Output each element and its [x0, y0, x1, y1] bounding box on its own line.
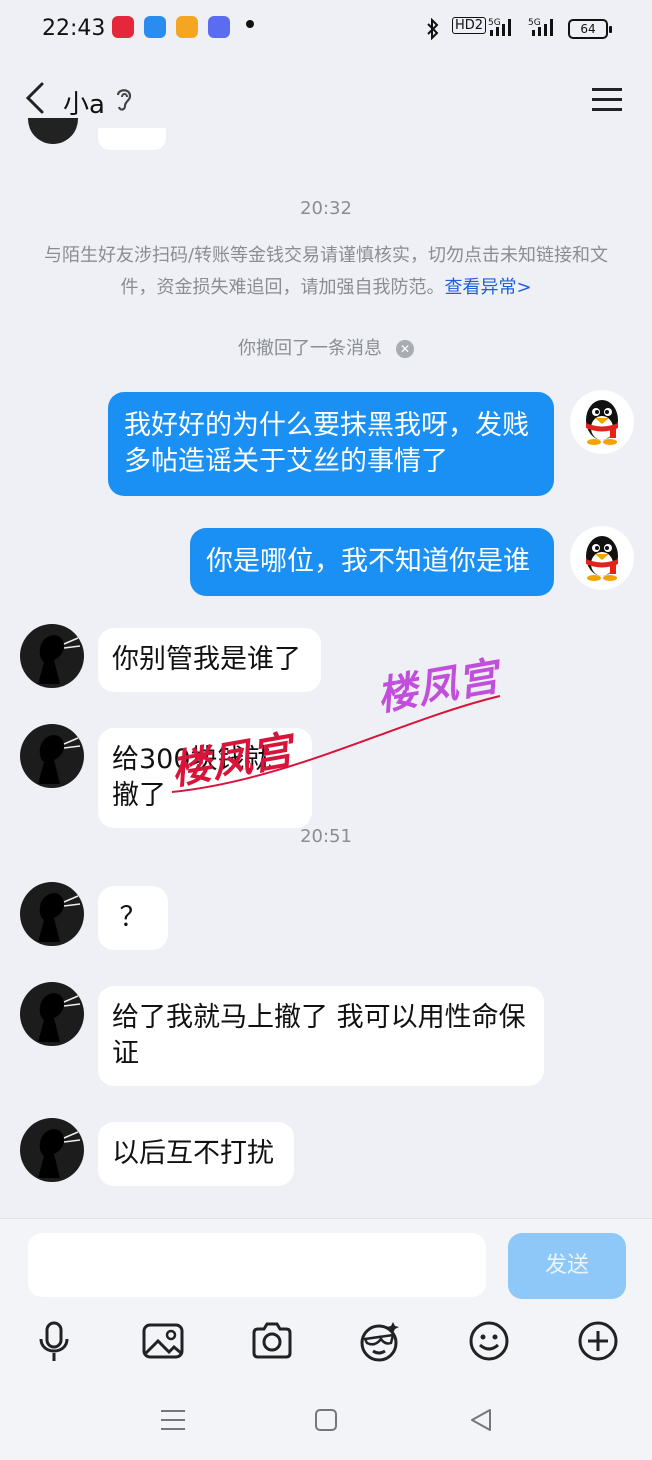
- send-button[interactable]: 发送: [508, 1233, 626, 1299]
- message-bubble-sent[interactable]: 你是哪位，我不知道你是谁: [190, 528, 554, 596]
- penguin-avatar-icon: [586, 536, 618, 581]
- message-text: 以后互不打扰: [112, 1138, 274, 1169]
- image-icon[interactable]: [141, 1319, 185, 1363]
- music-app-icon: [112, 16, 134, 38]
- hd-indicator: HD2: [452, 17, 487, 34]
- svg-text:5G: 5G: [528, 18, 541, 28]
- penguin-avatar-icon: [586, 400, 618, 445]
- safety-notice: 与陌生好友涉扫码/转账等金钱交易请谨慎核实，切勿点击未知链接和文件，资金损失难追…: [40, 240, 612, 304]
- signal-icon-1: 5G: [488, 16, 518, 42]
- silhouette-avatar-icon: [38, 735, 81, 784]
- message-bubble-received[interactable]: 你别管我是谁了: [98, 628, 321, 692]
- recall-notice: 你撤回了一条消息 ✕: [0, 334, 652, 360]
- plus-icon[interactable]: [576, 1319, 620, 1363]
- timestamp: 20:32: [300, 198, 352, 219]
- more-notifications-icon: [246, 20, 254, 28]
- silhouette-avatar-icon: [38, 635, 81, 684]
- watermark: 楼凤宫: [373, 653, 503, 721]
- contact-name[interactable]: 小a: [63, 84, 105, 121]
- bluetooth-icon: [427, 18, 439, 40]
- status-bar: 22:43 HD2 5G 5G 64: [0, 0, 652, 58]
- silhouette-avatar-icon: [38, 893, 81, 942]
- avatar-self[interactable]: [570, 526, 634, 590]
- ear-icon: [116, 89, 132, 111]
- avatar-partial: [28, 118, 78, 144]
- back-icon[interactable]: [466, 1405, 496, 1435]
- back-arrow-icon[interactable]: [20, 78, 50, 118]
- input-panel: 发送: [0, 1218, 652, 1460]
- view-anomaly-link[interactable]: 查看异常>: [444, 277, 531, 298]
- avatar-contact[interactable]: [20, 982, 84, 1046]
- menu-icon[interactable]: [158, 1405, 188, 1435]
- message-text: ？: [119, 902, 147, 933]
- message-text: 你是哪位，我不知道你是谁: [206, 546, 530, 577]
- assistant-app-icon: [208, 16, 230, 38]
- message-text: 你别管我是谁了: [112, 644, 301, 675]
- message-text: 我好好的为什么要抹黑我呀，发贱多帖造谣关于艾丝的事情了: [124, 410, 529, 477]
- sticker-icon[interactable]: [357, 1319, 401, 1363]
- message-text: 给了我就马上撤了 我可以用性命保证: [112, 1002, 526, 1069]
- cloud-app-icon: [144, 16, 166, 38]
- svg-text:5G: 5G: [488, 18, 501, 28]
- message-bubble-partial: [98, 128, 166, 150]
- timestamp: 20:51: [300, 826, 352, 847]
- message-bubble-sent[interactable]: 我好好的为什么要抹黑我呀，发贱多帖造谣关于艾丝的事情了: [108, 392, 554, 496]
- camera-icon[interactable]: [250, 1319, 294, 1363]
- status-time: 22:43: [42, 16, 106, 41]
- avatar-contact[interactable]: [20, 882, 84, 946]
- battery-indicator: 64: [568, 19, 612, 39]
- silhouette-avatar-icon: [38, 993, 81, 1042]
- avatar-contact[interactable]: [20, 1118, 84, 1182]
- signal-icon-2: 5G: [528, 16, 560, 42]
- message-bubble-received[interactable]: 以后互不打扰: [98, 1122, 294, 1186]
- avatar-self[interactable]: [570, 390, 634, 454]
- menu-icon[interactable]: [590, 84, 624, 114]
- video-app-icon: [176, 16, 198, 38]
- message-bubble-received[interactable]: 给了我就马上撤了 我可以用性命保证: [98, 986, 544, 1086]
- avatar-contact[interactable]: [20, 624, 84, 688]
- home-icon[interactable]: [311, 1405, 341, 1435]
- message-input[interactable]: [28, 1233, 486, 1297]
- emoji-icon[interactable]: [467, 1319, 511, 1363]
- avatar-contact[interactable]: [20, 724, 84, 788]
- message-bubble-received[interactable]: ？: [98, 886, 168, 950]
- microphone-icon[interactable]: [32, 1319, 76, 1363]
- recall-text: 你撤回了一条消息: [238, 338, 382, 359]
- close-icon[interactable]: ✕: [396, 340, 414, 358]
- silhouette-avatar-icon: [38, 1129, 81, 1178]
